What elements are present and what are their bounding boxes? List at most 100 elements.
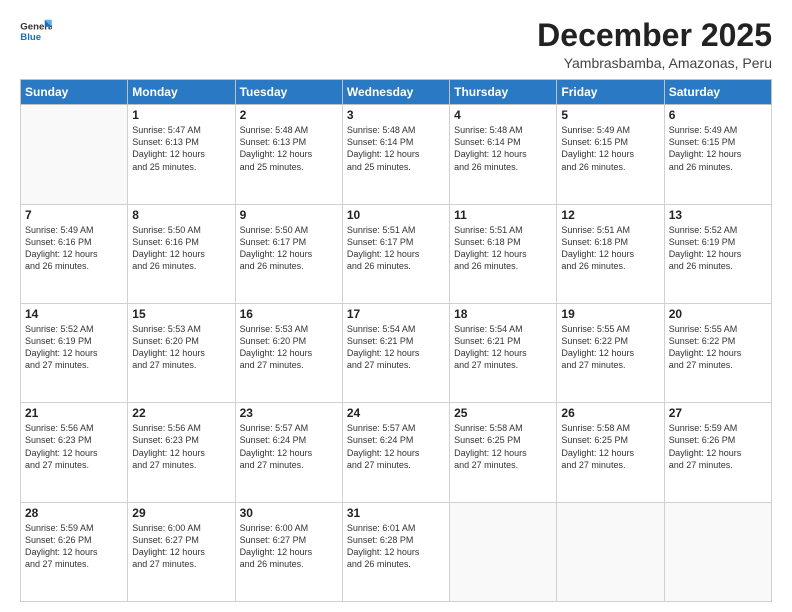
header: General Blue December 2025 Yambrasbamba,… <box>20 18 772 71</box>
day-number: 2 <box>240 108 338 122</box>
calendar-cell: 19 Sunrise: 5:55 AM Sunset: 6:22 PM Dayli… <box>557 303 664 402</box>
calendar-cell: 8 Sunrise: 5:50 AM Sunset: 6:16 PM Daylig… <box>128 204 235 303</box>
day-info: Sunrise: 5:47 AM Sunset: 6:13 PM Dayligh… <box>132 124 230 173</box>
weekday-saturday: Saturday <box>664 80 771 105</box>
day-number: 25 <box>454 406 552 420</box>
calendar-cell: 18 Sunrise: 5:54 AM Sunset: 6:21 PM Dayli… <box>450 303 557 402</box>
calendar-table: Sunday Monday Tuesday Wednesday Thursday… <box>20 79 772 602</box>
day-info: Sunrise: 6:00 AM Sunset: 6:27 PM Dayligh… <box>240 522 338 571</box>
day-info: Sunrise: 5:51 AM Sunset: 6:18 PM Dayligh… <box>561 224 659 273</box>
day-info: Sunrise: 5:52 AM Sunset: 6:19 PM Dayligh… <box>25 323 123 372</box>
calendar-week-3: 14Sunrise: 5:52 AM Sunset: 6:19 PM Dayli… <box>21 303 772 402</box>
day-info: Sunrise: 5:50 AM Sunset: 6:16 PM Dayligh… <box>132 224 230 273</box>
weekday-thursday: Thursday <box>450 80 557 105</box>
day-number: 6 <box>669 108 767 122</box>
calendar-week-1: 1 Sunrise: 5:47 AM Sunset: 6:13 PM Daylig… <box>21 105 772 204</box>
calendar-cell: 5 Sunrise: 5:49 AM Sunset: 6:15 PM Daylig… <box>557 105 664 204</box>
calendar-cell: 15Sunrise: 5:53 AM Sunset: 6:20 PM Dayli… <box>128 303 235 402</box>
calendar-cell: 27 Sunrise: 5:59 AM Sunset: 6:26 PM Dayli… <box>664 403 771 502</box>
calendar-cell: 9 Sunrise: 5:50 AM Sunset: 6:17 PM Daylig… <box>235 204 342 303</box>
location-title: Yambrasbamba, Amazonas, Peru <box>537 55 772 71</box>
day-number: 4 <box>454 108 552 122</box>
calendar-cell: 17 Sunrise: 5:54 AM Sunset: 6:21 PM Dayli… <box>342 303 449 402</box>
weekday-wednesday: Wednesday <box>342 80 449 105</box>
weekday-tuesday: Tuesday <box>235 80 342 105</box>
day-number: 22 <box>132 406 230 420</box>
day-number: 29 <box>132 506 230 520</box>
day-number: 9 <box>240 208 338 222</box>
day-number: 8 <box>132 208 230 222</box>
calendar-header: Sunday Monday Tuesday Wednesday Thursday… <box>21 80 772 105</box>
calendar-cell: 22Sunrise: 5:56 AM Sunset: 6:23 PM Dayli… <box>128 403 235 502</box>
day-info: Sunrise: 5:54 AM Sunset: 6:21 PM Dayligh… <box>454 323 552 372</box>
calendar-cell <box>664 502 771 601</box>
calendar-cell <box>21 105 128 204</box>
day-number: 27 <box>669 406 767 420</box>
day-info: Sunrise: 5:59 AM Sunset: 6:26 PM Dayligh… <box>669 422 767 471</box>
day-info: Sunrise: 5:53 AM Sunset: 6:20 PM Dayligh… <box>240 323 338 372</box>
day-number: 19 <box>561 307 659 321</box>
day-info: Sunrise: 5:57 AM Sunset: 6:24 PM Dayligh… <box>347 422 445 471</box>
calendar-cell: 2 Sunrise: 5:48 AM Sunset: 6:13 PM Daylig… <box>235 105 342 204</box>
day-info: Sunrise: 5:55 AM Sunset: 6:22 PM Dayligh… <box>669 323 767 372</box>
weekday-friday: Friday <box>557 80 664 105</box>
day-info: Sunrise: 5:54 AM Sunset: 6:21 PM Dayligh… <box>347 323 445 372</box>
day-number: 28 <box>25 506 123 520</box>
day-number: 26 <box>561 406 659 420</box>
day-info: Sunrise: 5:49 AM Sunset: 6:16 PM Dayligh… <box>25 224 123 273</box>
logo: General Blue <box>20 18 52 46</box>
day-number: 21 <box>25 406 123 420</box>
calendar-cell: 1 Sunrise: 5:47 AM Sunset: 6:13 PM Daylig… <box>128 105 235 204</box>
day-info: Sunrise: 5:56 AM Sunset: 6:23 PM Dayligh… <box>25 422 123 471</box>
calendar-cell: 24 Sunrise: 5:57 AM Sunset: 6:24 PM Dayli… <box>342 403 449 502</box>
calendar-cell: 10Sunrise: 5:51 AM Sunset: 6:17 PM Dayli… <box>342 204 449 303</box>
day-number: 31 <box>347 506 445 520</box>
day-number: 23 <box>240 406 338 420</box>
calendar-cell <box>557 502 664 601</box>
weekday-monday: Monday <box>128 80 235 105</box>
day-info: Sunrise: 5:48 AM Sunset: 6:14 PM Dayligh… <box>347 124 445 173</box>
day-number: 24 <box>347 406 445 420</box>
calendar-cell: 30 Sunrise: 6:00 AM Sunset: 6:27 PM Dayli… <box>235 502 342 601</box>
calendar-body: 1 Sunrise: 5:47 AM Sunset: 6:13 PM Daylig… <box>21 105 772 602</box>
calendar-cell: 29 Sunrise: 6:00 AM Sunset: 6:27 PM Dayli… <box>128 502 235 601</box>
day-number: 30 <box>240 506 338 520</box>
day-info: Sunrise: 5:51 AM Sunset: 6:18 PM Dayligh… <box>454 224 552 273</box>
calendar-cell: 3 Sunrise: 5:48 AM Sunset: 6:14 PM Daylig… <box>342 105 449 204</box>
day-number: 18 <box>454 307 552 321</box>
calendar-week-5: 28Sunrise: 5:59 AM Sunset: 6:26 PM Dayli… <box>21 502 772 601</box>
calendar-cell: 7 Sunrise: 5:49 AM Sunset: 6:16 PM Daylig… <box>21 204 128 303</box>
calendar-cell: 26 Sunrise: 5:58 AM Sunset: 6:25 PM Dayli… <box>557 403 664 502</box>
calendar-cell: 23 Sunrise: 5:57 AM Sunset: 6:24 PM Dayli… <box>235 403 342 502</box>
day-number: 12 <box>561 208 659 222</box>
weekday-sunday: Sunday <box>21 80 128 105</box>
calendar-cell: 14Sunrise: 5:52 AM Sunset: 6:19 PM Dayli… <box>21 303 128 402</box>
day-info: Sunrise: 5:48 AM Sunset: 6:13 PM Dayligh… <box>240 124 338 173</box>
day-info: Sunrise: 5:58 AM Sunset: 6:25 PM Dayligh… <box>561 422 659 471</box>
calendar-cell: 21 Sunrise: 5:56 AM Sunset: 6:23 PM Dayli… <box>21 403 128 502</box>
day-info: Sunrise: 5:49 AM Sunset: 6:15 PM Dayligh… <box>669 124 767 173</box>
calendar-cell <box>450 502 557 601</box>
calendar-cell: 16Sunrise: 5:53 AM Sunset: 6:20 PM Dayli… <box>235 303 342 402</box>
day-info: Sunrise: 5:50 AM Sunset: 6:17 PM Dayligh… <box>240 224 338 273</box>
calendar-cell: 12 Sunrise: 5:51 AM Sunset: 6:18 PM Dayli… <box>557 204 664 303</box>
day-number: 3 <box>347 108 445 122</box>
day-info: Sunrise: 6:00 AM Sunset: 6:27 PM Dayligh… <box>132 522 230 571</box>
calendar-cell: 11 Sunrise: 5:51 AM Sunset: 6:18 PM Dayli… <box>450 204 557 303</box>
day-info: Sunrise: 5:55 AM Sunset: 6:22 PM Dayligh… <box>561 323 659 372</box>
day-info: Sunrise: 5:49 AM Sunset: 6:15 PM Dayligh… <box>561 124 659 173</box>
page: General Blue December 2025 Yambrasbamba,… <box>0 0 792 612</box>
day-info: Sunrise: 5:53 AM Sunset: 6:20 PM Dayligh… <box>132 323 230 372</box>
day-info: Sunrise: 5:57 AM Sunset: 6:24 PM Dayligh… <box>240 422 338 471</box>
day-number: 1 <box>132 108 230 122</box>
day-number: 5 <box>561 108 659 122</box>
day-info: Sunrise: 6:01 AM Sunset: 6:28 PM Dayligh… <box>347 522 445 571</box>
day-info: Sunrise: 5:48 AM Sunset: 6:14 PM Dayligh… <box>454 124 552 173</box>
month-title: December 2025 <box>537 18 772 53</box>
day-number: 11 <box>454 208 552 222</box>
day-number: 7 <box>25 208 123 222</box>
calendar-cell: 6 Sunrise: 5:49 AM Sunset: 6:15 PM Daylig… <box>664 105 771 204</box>
day-info: Sunrise: 5:52 AM Sunset: 6:19 PM Dayligh… <box>669 224 767 273</box>
day-number: 17 <box>347 307 445 321</box>
calendar-week-4: 21 Sunrise: 5:56 AM Sunset: 6:23 PM Dayli… <box>21 403 772 502</box>
